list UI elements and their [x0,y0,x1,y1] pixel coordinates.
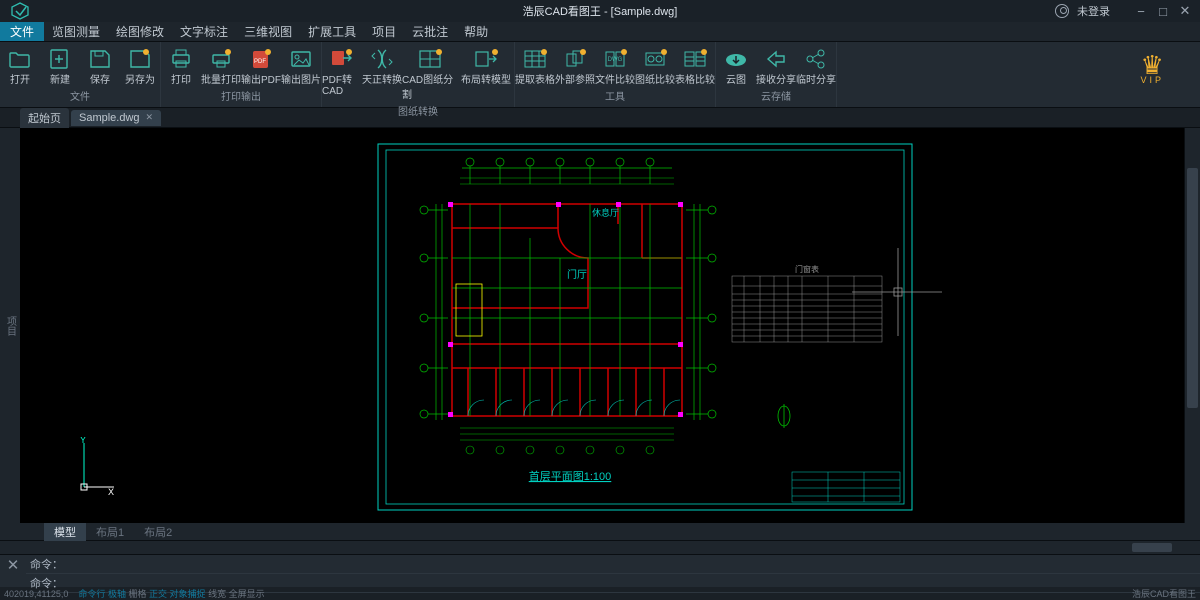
layout-2-tab[interactable]: 布局2 [134,523,182,541]
schedule-title: 门窗表 [795,264,819,274]
cloud-drawing-button[interactable]: 云图 [716,45,756,88]
doc-tab-sample[interactable]: Sample.dwg✕ [71,110,161,126]
account-status[interactable]: 未登录 [1077,3,1110,19]
status-product: 浩辰CAD看图王 [1132,587,1196,600]
doc-tab-start[interactable]: 起始页 [20,108,69,128]
layout-model-tab[interactable]: 模型 [44,523,86,541]
minimize-button[interactable]: − [1130,2,1152,20]
xref-button[interactable]: 外部参照 [555,45,595,88]
ucs-icon: Y X [76,437,116,497]
receive-share-button[interactable]: 接收分享 [756,45,796,88]
save-button[interactable]: 保存 [80,45,120,88]
batch-print-button[interactable]: 批量打印 [201,45,241,88]
coords-readout: 402019,41125,0 [4,589,68,599]
drawing-canvas[interactable]: 门厅 休息厅 首层平面图1:100 门窗表 Y [20,128,1184,523]
menu-bar: 文件 览图测量 绘图修改 文字标注 三维视图 扩展工具 项目 云批注 帮助 [0,22,1200,42]
menu-view-measure[interactable]: 览图测量 [44,23,108,40]
workspace: 项目 [0,128,1200,523]
command-line: ✕ 命令： 命令： [0,555,1200,587]
new-button[interactable]: 新建 [40,45,80,88]
snap-osnap[interactable]: 对象捕捉 [170,589,206,599]
vertical-scrollbar[interactable] [1184,128,1200,523]
ribbon-group-tools: 提取表格 外部参照 DWG文件比较 图纸比较 表格比较 工具 [515,42,716,107]
ribbon-group-file: 打开 新建 保存 另存为 文件 [0,42,161,107]
close-tab-icon[interactable]: ✕ [146,112,154,123]
svg-text:Y: Y [80,437,86,445]
window-title: 浩辰CAD看图王 - [Sample.dwg] [523,3,678,19]
hscrollbar-thumb[interactable] [1132,543,1172,552]
menu-ext-tools[interactable]: 扩展工具 [300,23,364,40]
ribbon: 打开 新建 保存 另存为 文件 打印 批量打印 PDF输出PDF 输出图片 打印… [0,42,1200,108]
temp-share-button[interactable]: 临时分享 [796,45,836,88]
menu-help[interactable]: 帮助 [456,23,496,40]
menu-project[interactable]: 项目 [364,23,404,40]
snap-cmdline[interactable]: 命令行 [78,589,105,599]
side-panel-handle[interactable]: 项目 [0,128,20,523]
print-button[interactable]: 打印 [161,45,201,88]
maximize-button[interactable]: □ [1152,2,1174,20]
drawing-title: 首层平面图1:100 [529,469,612,483]
snap-ortho[interactable]: 正交 [149,589,167,599]
svg-text:PDF: PDF [254,59,266,65]
title-bar: 浩辰CAD看图王 - [Sample.dwg] 未登录 − □ ✕ [0,0,1200,22]
open-button[interactable]: 打开 [0,45,40,88]
scrollbar-thumb[interactable] [1187,168,1198,408]
cmdline-close-icon[interactable]: ✕ [0,555,26,587]
saveas-button[interactable]: 另存为 [120,45,160,88]
menu-text-dim[interactable]: 文字标注 [172,23,236,40]
layout-tabs: 模型 布局1 布局2 [0,523,1200,541]
table-compare-button[interactable]: 表格比较 [675,45,715,88]
layout-to-model-button[interactable]: 布局转模型 [458,45,514,103]
room-rest-label: 休息厅 [592,207,619,218]
svg-text:X: X [108,487,114,497]
layout-1-tab[interactable]: 布局1 [86,523,134,541]
close-button[interactable]: ✕ [1174,2,1196,20]
menu-cloud-markup[interactable]: 云批注 [404,23,456,40]
menu-3d-view[interactable]: 三维视图 [236,23,300,40]
extract-table-button[interactable]: 提取表格 [515,45,555,88]
ribbon-group-print: 打印 批量打印 PDF输出PDF 输出图片 打印输出 [161,42,322,107]
menu-file[interactable]: 文件 [0,22,44,41]
snap-grid[interactable]: 栅格 [128,589,146,599]
menu-draw-modify[interactable]: 绘图修改 [108,23,172,40]
export-pdf-button[interactable]: PDF输出PDF [241,45,281,88]
document-tab-strip: 起始页 Sample.dwg✕ [0,108,1200,128]
pdf-to-cad-button[interactable]: PDF转CAD [322,45,362,103]
vip-badge[interactable]: ♛ VIP [1140,52,1164,85]
svg-text:DWG: DWG [608,57,623,63]
drawing-compare-button[interactable]: 图纸比较 [635,45,675,88]
room-lobby-label: 门厅 [567,268,587,281]
file-compare-button[interactable]: DWG文件比较 [595,45,635,88]
snap-polar[interactable]: 极轴 [108,589,126,599]
ribbon-group-convert: PDF转CAD 天正转换 CAD图纸分割 布局转模型 图纸转换 [322,42,515,107]
account-icon[interactable] [1055,4,1069,18]
cmd-history: 命令： [26,555,1200,574]
ribbon-group-cloud: 云图 接收分享 临时分享 云存储 [716,42,837,107]
app-logo-icon [6,1,34,21]
export-image-button[interactable]: 输出图片 [281,45,321,88]
snap-lineweight[interactable]: 线宽 [208,589,226,599]
horizontal-scrollbar[interactable] [0,541,1200,555]
tianzheng-convert-button[interactable]: 天正转换 [362,45,402,103]
snap-fullscreen[interactable]: 全屏显示 [229,589,265,599]
split-drawing-button[interactable]: CAD图纸分割 [402,45,458,103]
